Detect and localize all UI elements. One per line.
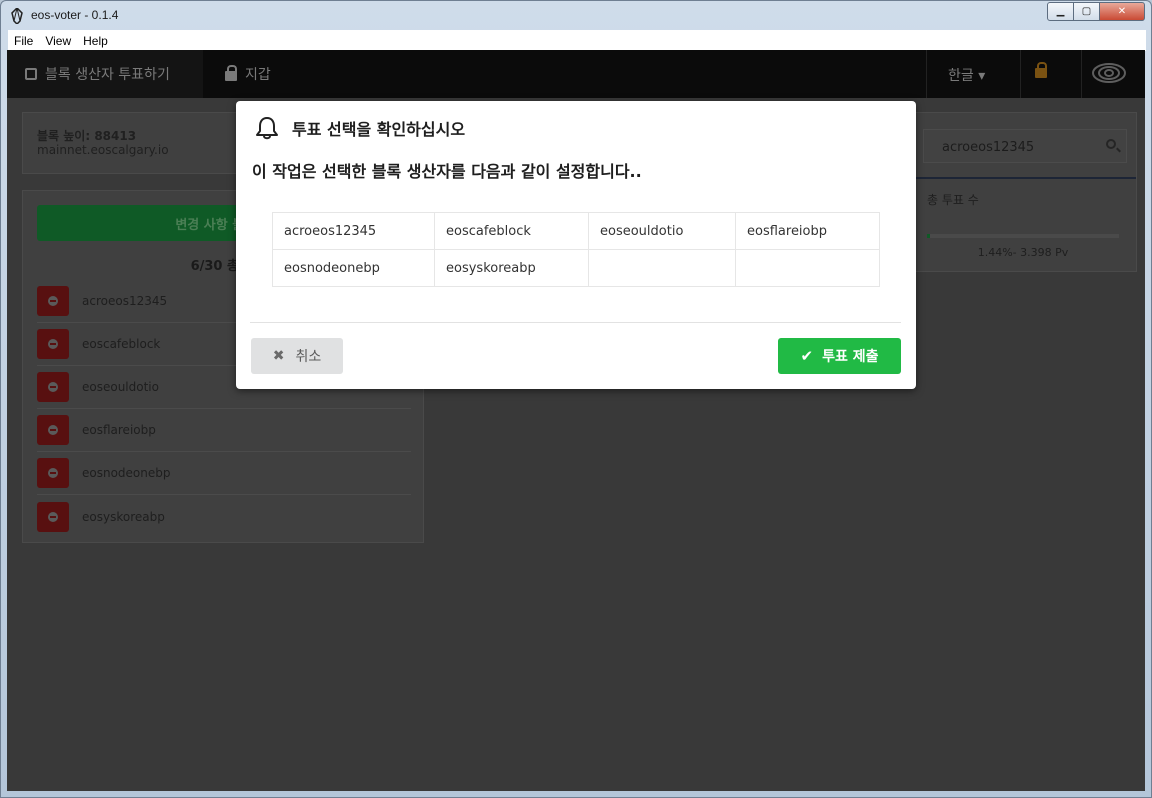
table-cell: acroeos12345 (272, 212, 435, 250)
close-icon: ✖ (272, 348, 285, 364)
eos-logo-icon (11, 8, 23, 24)
menu-file[interactable]: File (8, 34, 39, 48)
producer-name: acroeos12345 (82, 294, 168, 308)
block-height: 블록 높이: 88413 (37, 129, 137, 143)
scatter-logo-icon[interactable] (1092, 60, 1126, 86)
producer-name: eosflareiobp (82, 423, 156, 437)
table-cell: eosflareiobp (735, 212, 880, 250)
window-controls: ▁ ▢ ✕ (1047, 2, 1145, 21)
minus-circle-icon (48, 511, 58, 522)
tab-vote-producers[interactable]: 블록 생산자 투표하기 (7, 50, 203, 98)
check-icon: ✔ (800, 347, 814, 365)
tab-wallet-label: 지갑 (245, 67, 271, 83)
vote-progress-bar (927, 234, 1119, 238)
remove-button[interactable] (37, 458, 69, 488)
confirm-vote-modal: 투표 선택을 확인하십시오 이 작업은 선택한 블록 생산자를 다음과 같이 설… (236, 101, 916, 389)
wallet-lock-icon[interactable] (1035, 62, 1047, 78)
minus-circle-icon (48, 468, 58, 478)
menu-help[interactable]: Help (77, 34, 114, 48)
tab-underline (915, 177, 1136, 179)
nav-divider (1020, 50, 1021, 98)
close-button[interactable]: ✕ (1099, 2, 1145, 21)
nav-divider (1081, 50, 1082, 98)
search-icon (1106, 139, 1116, 149)
remove-button[interactable] (37, 415, 69, 445)
submit-label: 투표 제출 (822, 349, 879, 365)
table-cell: eoseouldotio (588, 212, 736, 250)
nav-divider (926, 50, 927, 98)
list-item: eosyskoreabp (37, 495, 411, 538)
table-cell (588, 249, 736, 287)
modal-description: 이 작업은 선택한 블록 생산자를 다음과 같이 설정합니다.. (252, 162, 642, 181)
window-title: eos-voter - 0.1.4 (31, 8, 119, 22)
table-cell: eoscafeblock (434, 212, 589, 250)
minus-circle-icon (48, 296, 58, 306)
producer-name: eosnodeonebp (82, 466, 171, 480)
remove-button[interactable] (37, 372, 69, 402)
node-address: mainnet.eoscalgary.io (37, 143, 169, 157)
list-item: eosflareiobp (37, 409, 411, 452)
title-bar[interactable]: eos-voter - 0.1.4 ▁ ▢ ✕ (1, 1, 1151, 30)
producer-name: eoseouldotio (82, 380, 159, 394)
table-cell: eosnodeonebp (272, 249, 435, 287)
remove-button[interactable] (37, 501, 69, 532)
table-cell: eosyskoreabp (434, 249, 589, 287)
lock-icon (225, 65, 237, 81)
cancel-label: 취소 (295, 349, 322, 365)
search-value: acroeos12345 (942, 140, 1035, 155)
menu-bar: File View Help (8, 30, 1146, 51)
search-input[interactable]: acroeos12345 (923, 129, 1127, 163)
selected-producers-table: acroeos12345 eoscafeblock eoseouldotio e… (272, 212, 880, 287)
bell-icon (256, 117, 278, 140)
remove-button[interactable] (37, 286, 69, 316)
minus-circle-icon (48, 382, 58, 392)
modal-title: 투표 선택을 확인하십시오 (292, 120, 466, 139)
maximize-button[interactable]: ▢ (1073, 2, 1100, 21)
tab-wallet[interactable]: 지갑 (225, 50, 271, 98)
minimize-button[interactable]: ▁ (1047, 2, 1074, 21)
cancel-button[interactable]: ✖ 취소 (251, 338, 343, 374)
menu-view[interactable]: View (39, 34, 77, 48)
tab-vote-label: 블록 생산자 투표하기 (45, 67, 170, 83)
vote-progress-fill (927, 234, 930, 238)
producer-name: eoscafeblock (82, 337, 161, 351)
top-navigation: 블록 생산자 투표하기 지갑 한글 ▾ (7, 50, 1145, 98)
minus-circle-icon (48, 339, 58, 349)
list-item: eosnodeonebp (37, 452, 411, 495)
total-votes-header: 총 투표 수 (927, 193, 979, 207)
submit-vote-button[interactable]: ✔ 투표 제출 (778, 338, 901, 374)
table-row: eosnodeonebp eosyskoreabp (272, 249, 880, 287)
table-cell (735, 249, 880, 287)
modal-header: 투표 선택을 확인하십시오 (254, 115, 465, 141)
minus-circle-icon (48, 425, 58, 435)
modal-divider (250, 322, 901, 323)
table-row: acroeos12345 eoscafeblock eoseouldotio e… (272, 212, 880, 250)
checkbox-icon (25, 68, 37, 80)
language-dropdown[interactable]: 한글 ▾ (948, 65, 985, 85)
producer-name: eosyskoreabp (82, 509, 165, 524)
remove-button[interactable] (37, 329, 69, 359)
vote-percent: 1.44%- 3.398 Pv (977, 246, 1069, 259)
